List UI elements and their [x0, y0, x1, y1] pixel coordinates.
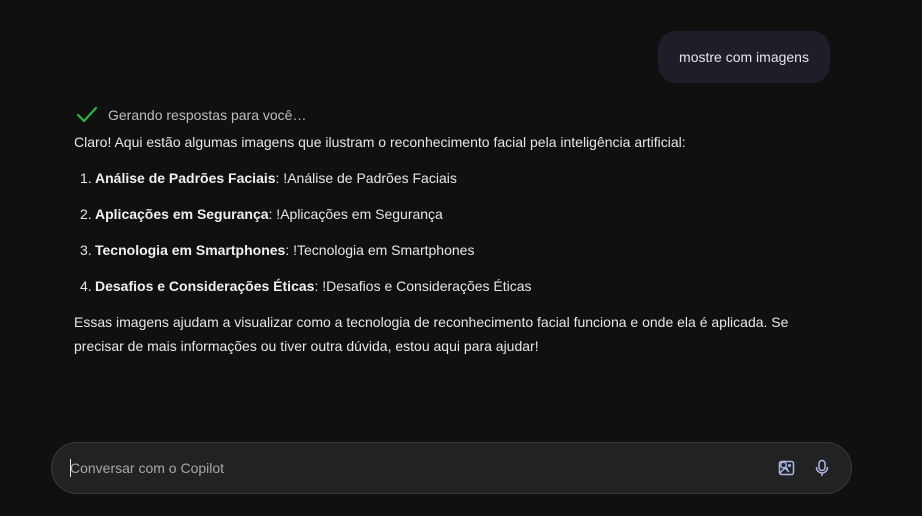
list-item-title: Aplicações em Segurança	[95, 206, 269, 222]
status-text: Gerando respostas para você…	[108, 107, 307, 123]
image-search-icon[interactable]	[775, 456, 799, 480]
list-item-number: 4.	[80, 278, 92, 294]
list-item-title: Análise de Padrões Faciais	[95, 170, 276, 186]
list-item: 1. Análise de Padrões Faciais: !Análise …	[80, 166, 834, 190]
microphone-icon[interactable]	[810, 456, 834, 480]
user-message-bubble: mostre com imagens	[658, 31, 830, 83]
list-item: 3. Tecnologia em Smartphones: !Tecnologi…	[80, 238, 834, 262]
chat-composer	[51, 442, 852, 494]
text-caret	[70, 459, 71, 477]
list-item-title: Tecnologia em Smartphones	[95, 242, 286, 258]
list-item-text: : !Aplicações em Segurança	[268, 206, 443, 222]
generation-status: Gerando respostas para você…	[76, 106, 306, 124]
checkmark-icon	[76, 106, 98, 124]
response-intro: Claro! Aqui estão algumas imagens que il…	[74, 134, 686, 150]
user-message-text: mostre com imagens	[679, 49, 809, 65]
list-item-title: Desafios e Considerações Éticas	[95, 278, 315, 294]
assistant-response: Claro! Aqui estão algumas imagens que il…	[74, 130, 834, 358]
list-item-number: 3.	[80, 242, 92, 258]
response-outro: Essas imagens ajudam a visualizar como a…	[74, 314, 789, 354]
list-item-text: : !Tecnologia em Smartphones	[285, 242, 475, 258]
list-item-number: 1.	[80, 170, 92, 186]
response-list: 1. Análise de Padrões Faciais: !Análise …	[74, 166, 834, 298]
list-item: 2. Aplicações em Segurança: !Aplicações …	[80, 202, 834, 226]
list-item: 4. Desafios e Considerações Éticas: !Des…	[80, 274, 834, 298]
copilot-chat-page: mostre com imagens Gerando respostas par…	[0, 0, 922, 516]
list-item-text: : !Desafios e Considerações Éticas	[314, 278, 532, 294]
list-item-number: 2.	[80, 206, 92, 222]
list-item-text: : !Análise de Padrões Faciais	[275, 170, 457, 186]
chat-input[interactable]	[70, 457, 630, 479]
